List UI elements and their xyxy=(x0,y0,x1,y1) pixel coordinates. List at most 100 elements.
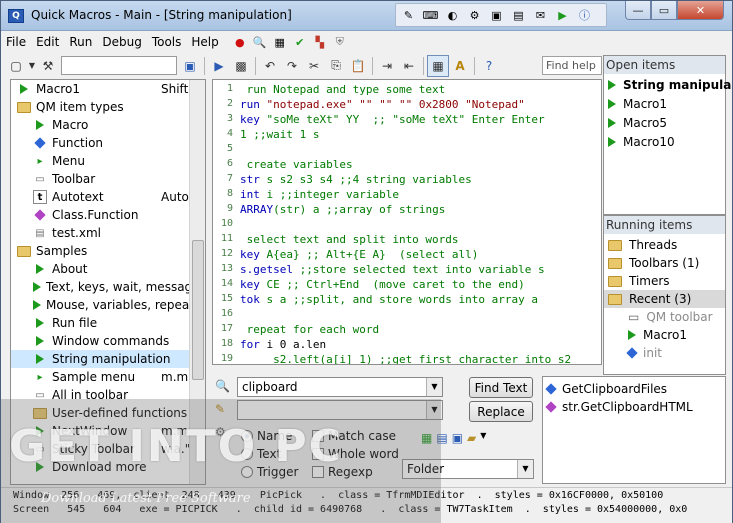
keyboard-icon[interactable]: ⌨ xyxy=(420,6,441,24)
tree-item[interactable]: NextWindow m.m. xyxy=(11,422,192,440)
save-icon[interactable]: ▣ xyxy=(452,431,463,451)
checkbox-box[interactable] xyxy=(312,430,324,442)
running-item[interactable]: ▭ QM toolbar xyxy=(628,308,713,326)
running-item[interactable]: Recent (3) xyxy=(604,290,725,308)
tree-view-icon[interactable]: ▦ xyxy=(421,431,432,451)
running-item[interactable]: Toolbars (1) xyxy=(608,254,699,272)
running-item[interactable]: init xyxy=(626,344,662,362)
tree-item[interactable]: Class.Function xyxy=(11,206,191,224)
regexp-checkbox[interactable]: Regexp xyxy=(312,465,373,479)
properties-icon[interactable]: ⚒ xyxy=(37,55,59,77)
tree-item[interactable]: Macro1Shift+F9 xyxy=(11,80,205,98)
play-icon[interactable]: ▶ xyxy=(208,55,230,77)
scrollbar-thumb[interactable] xyxy=(192,240,204,380)
tree-item[interactable]: Window commands xyxy=(11,332,191,350)
whole-word-checkbox[interactable]: Whole word xyxy=(312,447,399,461)
tree-item[interactable]: String manipulation xyxy=(11,350,191,368)
record-icon[interactable]: ✎ xyxy=(398,6,419,24)
window-icon[interactable]: ▣ xyxy=(486,6,507,24)
indent-icon[interactable]: ⇥ xyxy=(376,55,398,77)
tree-item[interactable]: Macro xyxy=(11,116,191,134)
redo-icon[interactable]: ↷ xyxy=(281,55,303,77)
save-icon[interactable]: ▣ xyxy=(179,55,201,77)
text-icon[interactable]: A xyxy=(449,55,471,77)
tree-item[interactable]: About xyxy=(11,260,191,278)
copy-icon[interactable]: ⎘ xyxy=(325,55,347,77)
open-folder-icon[interactable]: ▰ xyxy=(467,431,476,451)
colors-icon[interactable]: ▚ xyxy=(310,32,330,52)
open-item[interactable]: Macro10 xyxy=(608,133,675,151)
record-dot-icon[interactable]: ● xyxy=(230,32,250,52)
tree-scrollbar[interactable] xyxy=(189,80,205,484)
menu-tools[interactable]: Tools xyxy=(147,32,187,52)
email-icon[interactable]: ✉ xyxy=(530,6,551,24)
dropdown-arrow-icon[interactable]: ▼ xyxy=(426,378,442,396)
tree-item[interactable]: Function xyxy=(11,134,191,152)
new-icon[interactable]: ▢ xyxy=(5,55,27,77)
dropdown-arrow-icon[interactable]: ▼ xyxy=(27,55,37,77)
search-icon[interactable]: 🔍 xyxy=(215,379,230,393)
open-item[interactable]: String manipula xyxy=(608,76,731,94)
radio-circle[interactable] xyxy=(241,448,253,460)
find-help-input[interactable]: Find help xyxy=(542,56,602,75)
paste-icon[interactable]: 📋 xyxy=(347,55,369,77)
tree-item[interactable]: Samples xyxy=(11,242,191,260)
tree-item[interactable]: Mouse, variables, repeat xyxy=(11,296,194,314)
mouse-icon[interactable]: ◐ xyxy=(442,6,463,24)
result-item[interactable]: GetClipboardFiles xyxy=(545,380,667,398)
running-item[interactable]: Threads xyxy=(608,236,677,254)
find-text-button[interactable]: Find Text xyxy=(469,377,533,398)
tree-item[interactable]: ▭ Toolbar xyxy=(11,170,191,188)
run-icon[interactable]: ▶ xyxy=(552,6,573,24)
item-combo[interactable] xyxy=(61,56,177,75)
calendar-icon[interactable]: ▦ xyxy=(270,32,290,52)
tree-item[interactable]: Download more xyxy=(11,458,191,476)
code-editor[interactable]: 1234567891011121314151617181920 run Note… xyxy=(212,79,602,365)
dropdown-arrow-icon[interactable]: ▼ xyxy=(426,401,442,419)
calculator-icon[interactable]: ▦ xyxy=(427,54,449,77)
search-icon[interactable]: 🔍 xyxy=(250,32,270,52)
busy-icon[interactable]: ⚙ xyxy=(464,6,485,24)
tree-item[interactable]: Run file xyxy=(11,314,191,332)
open-item[interactable]: Macro5 xyxy=(608,114,667,132)
running-item[interactable]: Timers xyxy=(608,272,670,290)
checkmark-icon[interactable]: ✔ xyxy=(290,32,310,52)
result-item[interactable]: str.GetClipboardHTML xyxy=(545,398,693,416)
help-icon[interactable]: ? xyxy=(478,55,500,77)
radio-circle[interactable] xyxy=(241,466,253,478)
menu-file[interactable]: File xyxy=(1,32,31,52)
info-icon[interactable]: ⓘ xyxy=(574,6,595,24)
match-case-checkbox[interactable]: Match case xyxy=(312,429,396,443)
radio-text[interactable]: Text xyxy=(241,447,281,461)
menu-edit[interactable]: Edit xyxy=(31,32,64,52)
open-item[interactable]: Macro1 xyxy=(608,95,667,113)
folder-combo[interactable]: Folder ▼ xyxy=(402,459,534,479)
dropdown-arrow-icon[interactable]: ▼ xyxy=(480,431,486,451)
outdent-icon[interactable]: ⇤ xyxy=(398,55,420,77)
minimize-button[interactable]: — xyxy=(625,1,651,20)
running-item[interactable]: Macro1 xyxy=(628,326,687,344)
tree-item[interactable]: Text, keys, wait, messages xyxy=(11,278,205,296)
radio-trigger[interactable]: Trigger xyxy=(241,465,298,479)
menu-help[interactable]: Help xyxy=(186,32,223,52)
tree-item[interactable]: ▤ test.xml xyxy=(11,224,191,242)
find-input[interactable]: clipboard ▼ xyxy=(237,377,443,397)
checkbox-box[interactable] xyxy=(312,466,324,478)
app-icon[interactable]: Q xyxy=(8,9,24,23)
close-button[interactable]: ✕ xyxy=(677,1,724,20)
maximize-button[interactable]: ▭ xyxy=(651,1,677,20)
shield-icon[interactable]: ⛨ xyxy=(330,32,350,52)
menu-debug[interactable]: Debug xyxy=(97,32,146,52)
settings-icon[interactable]: ⚙ xyxy=(215,425,226,439)
undo-icon[interactable]: ↶ xyxy=(259,55,281,77)
radio-circle[interactable] xyxy=(241,430,253,442)
tree-item[interactable]: ▭ All in toolbar xyxy=(11,386,191,404)
replace-input[interactable]: ▼ xyxy=(237,400,443,420)
tree-item[interactable]: QM item types xyxy=(11,98,191,116)
tree-item[interactable]: User-defined functions xyxy=(11,404,191,422)
menu-run[interactable]: Run xyxy=(64,32,97,52)
tree-item[interactable]: ▸ Sample menu m.m. xyxy=(11,368,192,386)
replace-button[interactable]: Replace xyxy=(469,401,533,422)
list-view-icon[interactable]: ▤ xyxy=(436,431,447,451)
image-icon[interactable]: ▤ xyxy=(508,6,529,24)
